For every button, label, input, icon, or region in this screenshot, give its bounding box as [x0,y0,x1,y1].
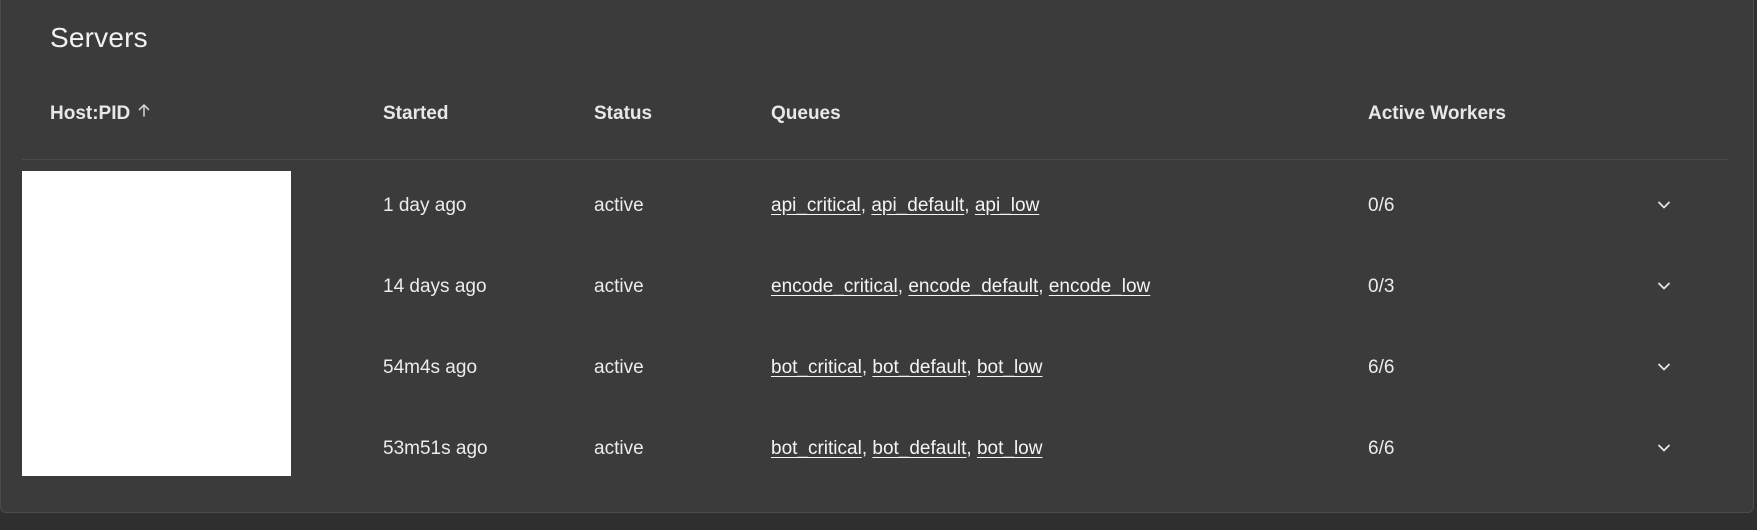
queue-separator: , [861,357,873,378]
queue-link[interactable]: bot_low [977,438,1043,459]
expand-row-button[interactable] [1651,355,1676,380]
table-row: 53m51s ago active bot_critical, bot_defaul… [1,408,1755,489]
column-header-started[interactable]: Started [383,103,448,125]
queue-link[interactable]: api_default [871,195,964,216]
column-header-queues[interactable]: Queues [771,103,841,125]
active-workers-cell: 0/6 [1368,195,1395,216]
queue-separator: , [1038,276,1049,297]
queue-separator: , [897,276,909,297]
table-row: 1 day ago active api_critical, api_default… [1,165,1755,246]
table-row: 14 days ago active encode_critical, encode… [1,246,1755,327]
active-workers-cell: 0/3 [1368,276,1395,297]
chevron-down-icon [1657,359,1671,377]
queues-cell: api_critical, api_default, api_low [771,165,1039,246]
started-cell: 14 days ago [383,276,487,297]
expand-row-button[interactable] [1651,436,1676,461]
column-header-host-pid-label: Host:PID [50,103,131,125]
started-cell: 54m4s ago [383,357,478,378]
status-cell: active [594,195,644,216]
status-cell: active [594,357,644,378]
queue-link[interactable]: bot_critical [771,357,862,378]
queues-cell: encode_critical, encode_default, encode_… [771,246,1150,327]
column-header-host-pid[interactable]: Host:PID [50,103,150,125]
queues-cell: bot_critical, bot_default, bot_low [771,327,1042,408]
column-header-status[interactable]: Status [594,103,652,125]
queue-link[interactable]: bot_default [872,357,966,378]
column-header-active-workers[interactable]: Active Workers [1368,103,1506,125]
expand-row-button[interactable] [1651,193,1676,218]
panel-title: Servers [50,22,148,53]
chevron-down-icon [1657,440,1671,458]
queue-separator: , [964,195,975,216]
queue-link[interactable]: bot_low [977,357,1043,378]
status-cell: active [594,438,644,459]
started-cell: 53m51s ago [383,438,488,459]
queue-link[interactable]: bot_default [872,438,966,459]
started-cell: 1 day ago [383,195,467,216]
active-workers-cell: 6/6 [1368,438,1395,459]
status-cell: active [594,276,644,297]
queue-link[interactable]: encode_critical [771,276,898,297]
chevron-down-icon [1657,278,1671,296]
expand-row-button[interactable] [1651,274,1676,299]
queue-link[interactable]: encode_low [1049,276,1150,297]
header-divider [22,159,1728,160]
queues-cell: bot_critical, bot_default, bot_low [771,408,1042,489]
queue-link[interactable]: bot_critical [771,438,862,459]
active-workers-cell: 6/6 [1368,357,1395,378]
queue-link[interactable]: api_critical [771,195,861,216]
queue-separator: , [860,195,872,216]
arrow-up-icon [138,101,150,123]
chevron-down-icon [1657,197,1671,215]
queue-link[interactable]: api_low [975,195,1039,216]
table-row: 54m4s ago active bot_critical, bot_default… [1,327,1755,408]
servers-panel: Servers Host:PID Started Status Queues A… [0,0,1754,513]
queue-link[interactable]: encode_default [908,276,1038,297]
queue-separator: , [861,438,873,459]
queue-separator: , [966,357,977,378]
queue-separator: , [966,438,977,459]
